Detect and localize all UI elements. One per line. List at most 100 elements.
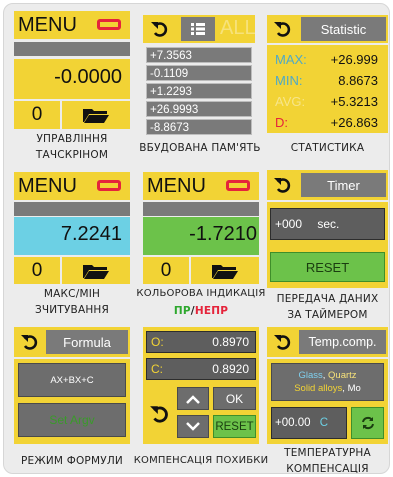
undo-icon bbox=[151, 22, 168, 37]
caption-temperature-compensation: ТЕМПЕРАТУРНА КОМПЕНСАЦІЯ bbox=[284, 447, 371, 474]
min-value: 8.8673 bbox=[338, 73, 378, 88]
list-icon bbox=[191, 23, 205, 35]
memory-row[interactable]: -8.8673 bbox=[146, 119, 252, 135]
mode-indicator-icon[interactable] bbox=[97, 19, 121, 30]
statistic-title: Statistic bbox=[301, 17, 386, 41]
chevron-up-icon bbox=[186, 394, 200, 404]
avg-value: +5.3213 bbox=[330, 94, 378, 109]
statistic-table: MAX: +26.999 MIN: 8.8673 AVG: +5.3213 D: +26… bbox=[267, 45, 388, 133]
back-button[interactable] bbox=[16, 330, 44, 354]
undo-icon bbox=[21, 335, 38, 350]
folder-icon bbox=[212, 264, 238, 279]
fail-label: НЕПР bbox=[194, 305, 229, 317]
coefficient-value: 0.8920 bbox=[212, 362, 249, 376]
coefficient-label: C: bbox=[151, 362, 163, 376]
back-button[interactable] bbox=[269, 173, 297, 197]
timer-unit: sec. bbox=[317, 217, 340, 231]
menu-button[interactable]: MENU bbox=[18, 14, 77, 37]
d-label: D: bbox=[275, 115, 288, 130]
refresh-button[interactable] bbox=[351, 407, 384, 439]
undo-icon bbox=[274, 335, 291, 350]
undo-icon bbox=[274, 178, 291, 193]
status-bar bbox=[14, 42, 130, 56]
refresh-icon bbox=[361, 416, 374, 430]
max-label: MAX: bbox=[275, 52, 307, 67]
back-button[interactable] bbox=[269, 17, 297, 41]
memory-row[interactable]: +26.9993 bbox=[146, 101, 252, 117]
timer-reset-button[interactable]: RESET bbox=[270, 252, 385, 282]
chevron-down-icon bbox=[186, 421, 200, 431]
back-button[interactable] bbox=[146, 393, 174, 435]
open-folder-button[interactable] bbox=[62, 101, 130, 129]
pass-label: ПР bbox=[173, 305, 191, 317]
status-bar bbox=[143, 202, 259, 216]
memory-row[interactable]: -0.1109 bbox=[146, 65, 252, 81]
panel-statistic: Statistic MAX: +26.999 MIN: 8.8673 AVG: +5.… bbox=[267, 15, 388, 133]
ok-button[interactable]: OK bbox=[213, 387, 256, 410]
panel-timer: Timer +000 sec. RESET bbox=[267, 170, 388, 288]
set-args-button[interactable]: Set Argv bbox=[18, 403, 126, 437]
timer-title: Timer bbox=[301, 173, 386, 197]
reading-value: -0.0000 bbox=[54, 66, 122, 88]
formula-title: Formula bbox=[46, 330, 128, 354]
feature-overview: MENU -0.0000 0 УПРАВЛІННЯ ТАЧСКРІНОМ ALL … bbox=[3, 3, 390, 474]
increase-button[interactable] bbox=[177, 387, 209, 410]
material-solid: Solid alloys bbox=[294, 383, 343, 394]
undo-icon bbox=[274, 22, 291, 37]
panel-touch-control: MENU -0.0000 0 bbox=[14, 11, 130, 131]
caption-touch-control: УПРАВЛІННЯ ТАЧСКРІНОМ bbox=[35, 133, 109, 161]
menu-button[interactable]: MENU bbox=[147, 175, 206, 198]
panel-max-min: MENU 7.2241 0 bbox=[14, 172, 130, 284]
mode-indicator-icon[interactable] bbox=[97, 180, 121, 191]
temperature-value: +00.00 bbox=[275, 417, 311, 429]
offset-field[interactable]: O: 0.8970 bbox=[146, 331, 256, 353]
mode-indicator-icon[interactable] bbox=[226, 180, 250, 191]
material-glass: Glass bbox=[298, 370, 323, 381]
memory-row[interactable]: +7.3563 bbox=[146, 47, 252, 63]
caption-memory: ВБУДОВАНА ПАМ'ЯТЬ bbox=[139, 142, 261, 154]
reading-value: -1.7210 bbox=[189, 223, 257, 245]
count-button[interactable]: 0 bbox=[14, 101, 60, 129]
status-bar bbox=[14, 202, 130, 216]
temperature-input[interactable]: +00.00 C bbox=[271, 407, 347, 439]
timer-value: +000 bbox=[275, 217, 303, 231]
material-selector[interactable]: Glass, Quartz Solid alloys, Mo bbox=[271, 363, 384, 401]
caption-formula: РЕЖИМ ФОРМУЛИ bbox=[21, 455, 123, 467]
count-button[interactable]: 0 bbox=[14, 257, 60, 284]
list-view-button[interactable] bbox=[181, 17, 215, 41]
caption-timer: ПЕРЕДАЧА ДАНИХ ЗА ТАЙМЕРОМ bbox=[276, 293, 379, 321]
max-value: +26.999 bbox=[330, 52, 378, 67]
panel-memory: ALL +7.3563 -0.1109 +1.2293 +26.9993 -8.… bbox=[143, 15, 256, 135]
avg-label: AVG: bbox=[275, 94, 306, 109]
panel-temperature-compensation: Temp.comp. Glass, Quartz Solid alloys, M… bbox=[267, 327, 388, 444]
undo-icon bbox=[150, 406, 168, 423]
material-quartz: Quartz bbox=[328, 370, 357, 381]
timer-input[interactable]: +000 sec. bbox=[270, 208, 385, 240]
back-button[interactable] bbox=[269, 330, 297, 354]
all-button[interactable]: ALL bbox=[220, 17, 256, 40]
coefficient-field[interactable]: C: 0.8920 bbox=[146, 358, 256, 380]
count-button[interactable]: 0 bbox=[143, 257, 189, 284]
back-button[interactable] bbox=[145, 17, 175, 41]
caption-error-compensation: КОМПЕНСАЦІЯ ПОХИБКИ bbox=[133, 455, 269, 466]
caption-max-min: МАКС/МІН ЗЧИТУВАННЯ bbox=[34, 288, 110, 316]
offset-value: 0.8970 bbox=[212, 335, 249, 349]
reading-value: 7.2241 bbox=[60, 223, 122, 245]
caption-statistic: СТАТИСТИКА bbox=[290, 142, 365, 154]
caption-color-indication: КОЛЬОРОВА ІНДИКАЦІЯ bbox=[136, 288, 266, 299]
folder-icon bbox=[83, 109, 109, 123]
open-folder-button[interactable] bbox=[62, 257, 130, 284]
material-mo: Mo bbox=[347, 383, 361, 394]
open-folder-button[interactable] bbox=[191, 257, 259, 284]
temperature-unit: C bbox=[319, 417, 329, 429]
menu-button[interactable]: MENU bbox=[18, 175, 77, 198]
decrease-button[interactable] bbox=[177, 415, 209, 438]
compensation-reset-button[interactable]: RESET bbox=[213, 415, 256, 438]
offset-label: O: bbox=[151, 335, 164, 349]
panel-error-compensation: O: 0.8970 C: 0.8920 OK RESET bbox=[143, 327, 259, 444]
folder-icon bbox=[83, 264, 109, 279]
formula-display[interactable]: AX+BX+C bbox=[18, 363, 126, 397]
panel-color-indication: MENU -1.7210 0 bbox=[143, 172, 259, 284]
temp-comp-title: Temp.comp. bbox=[299, 330, 386, 354]
memory-row[interactable]: +1.2293 bbox=[146, 83, 252, 99]
